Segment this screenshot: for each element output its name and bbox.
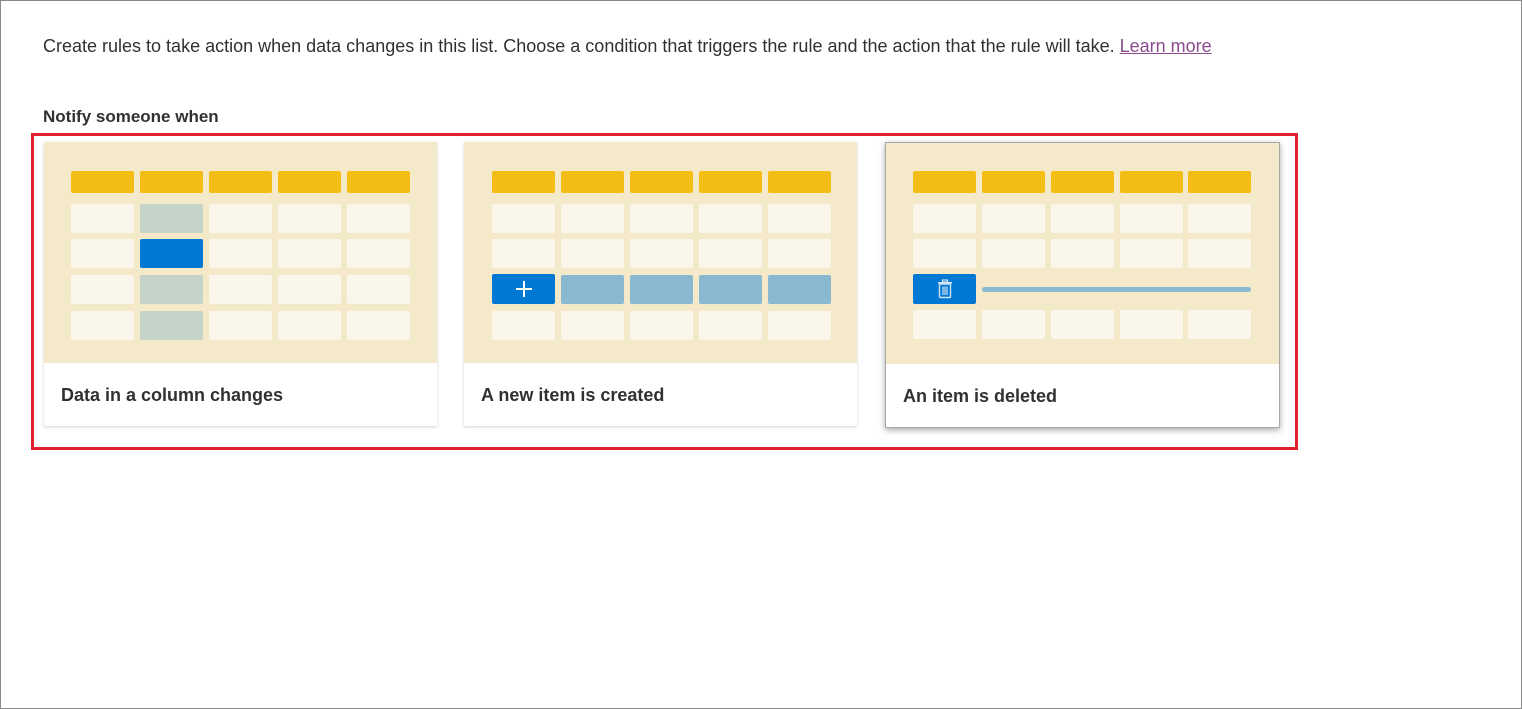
learn-more-link[interactable]: Learn more: [1120, 36, 1212, 56]
card-label: A new item is created: [481, 385, 665, 405]
deleted-row-line: [982, 287, 1251, 292]
section-heading: Notify someone when: [43, 107, 219, 126]
card-label: An item is deleted: [903, 386, 1058, 406]
item-deleted-illustration: [886, 143, 1279, 364]
plus-icon: [492, 274, 555, 304]
intro-text: Create rules to take action when data ch…: [43, 36, 1212, 57]
intro-description: Create rules to take action when data ch…: [43, 36, 1120, 56]
card-item-deleted[interactable]: An item is deleted: [885, 142, 1280, 428]
column-change-illustration: [44, 142, 437, 363]
card-label: Data in a column changes: [61, 385, 284, 405]
card-column-changes[interactable]: Data in a column changes: [44, 142, 437, 426]
card-item-created[interactable]: A new item is created: [464, 142, 857, 426]
trash-icon: [913, 274, 976, 304]
item-created-illustration: [464, 142, 857, 363]
